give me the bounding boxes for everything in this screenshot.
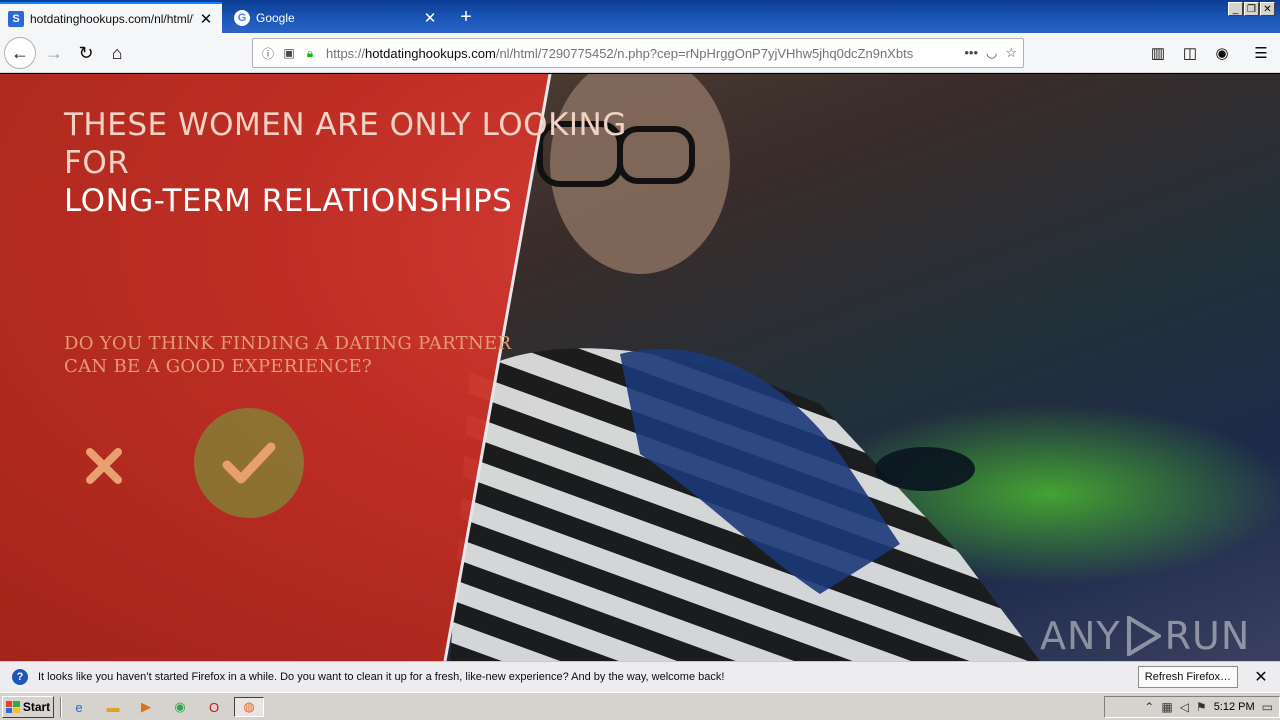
sidebar-icon[interactable]: ◫ xyxy=(1174,37,1206,69)
taskbar-separator xyxy=(60,697,62,717)
headline: THESE WOMEN ARE ONLY LOOKING FOR LONG-TE… xyxy=(64,106,664,220)
question-icon: ? xyxy=(12,669,28,685)
action-center-flag-icon[interactable]: ⚑ xyxy=(1196,700,1207,714)
ie-icon[interactable]: e xyxy=(68,697,90,717)
info-icon[interactable]: ⓘ xyxy=(259,44,277,62)
headline-line-1: THESE WOMEN ARE ONLY LOOKING xyxy=(64,107,627,143)
start-button[interactable]: Start xyxy=(2,696,54,718)
taskbar: Start e ▬ ▶ ◉ O ◍ ⌃ ▦ ◁ ⚑ 5:12 PM ▭ xyxy=(0,692,1280,720)
reload-button[interactable]: ↻ xyxy=(70,37,102,69)
windows-logo-icon xyxy=(5,701,20,713)
question: DO YOU THINK FINDING A DATING PARTNER CA… xyxy=(64,332,524,378)
menu-icon[interactable]: ☰ xyxy=(1245,37,1277,69)
close-tab-icon[interactable]: ✕ xyxy=(198,11,214,28)
home-button[interactable]: ⌂ xyxy=(101,37,133,69)
system-tray: ⌃ ▦ ◁ ⚑ 5:12 PM ▭ xyxy=(1104,696,1280,718)
firefox-taskbar-button[interactable]: ◍ xyxy=(234,697,264,717)
yes-button[interactable] xyxy=(194,408,304,518)
permissions-icon[interactable]: ▣ xyxy=(280,44,298,62)
notification-message: It looks like you haven’t started Firefo… xyxy=(38,671,725,683)
back-button[interactable]: ← xyxy=(4,37,36,69)
tab-title: hotdatinghookups.com/nl/html/72 xyxy=(30,11,194,26)
tab-google[interactable]: G Google ✕ xyxy=(226,2,446,33)
volume-icon[interactable]: ◁ xyxy=(1180,700,1189,714)
page-actions-icon[interactable]: ••• xyxy=(964,45,978,61)
play-icon xyxy=(1126,616,1161,656)
network-icon[interactable]: ▦ xyxy=(1161,700,1172,714)
close-tab-icon[interactable]: ✕ xyxy=(422,10,438,27)
close-icon xyxy=(86,448,122,484)
bookmark-star-icon[interactable]: ☆ xyxy=(1005,45,1017,61)
library-icon[interactable]: ▥ xyxy=(1142,37,1174,69)
pocket-icon[interactable]: ◡ xyxy=(986,45,997,61)
media-player-icon[interactable]: ▶ xyxy=(135,697,157,717)
forward-button[interactable]: → xyxy=(38,37,70,69)
question-line-1: DO YOU THINK FINDING A DATING PARTNER xyxy=(64,333,512,354)
question-line-2: CAN BE A GOOD EXPERIENCE? xyxy=(64,356,372,377)
clock[interactable]: 5:12 PM xyxy=(1214,701,1255,713)
anyrun-watermark: ANY RUN xyxy=(1040,614,1251,658)
site-icon: S xyxy=(8,10,24,27)
tab-strip: S hotdatinghookups.com/nl/html/72 ✕ G Go… xyxy=(0,0,1280,33)
refresh-firefox-button[interactable]: Refresh Firefox… xyxy=(1137,666,1238,688)
headline-line-2: FOR xyxy=(64,145,130,181)
url-bar[interactable]: ⓘ ▣ 🔒︎ https://hotdatinghookups.com/nl/h… xyxy=(252,38,1024,68)
checkmark-icon xyxy=(222,442,276,484)
nav-bar: ← → ↻ ⌂ ⓘ ▣ 🔒︎ https://hotdatinghookups.… xyxy=(0,33,1280,73)
no-button[interactable] xyxy=(76,438,132,494)
close-notification-icon[interactable]: ✕ xyxy=(1250,667,1272,687)
tab-title: Google xyxy=(256,10,295,25)
folder-icon[interactable]: ▬ xyxy=(102,697,124,717)
restore-button[interactable]: ❐ xyxy=(1244,2,1259,16)
tab-hotdatinghookups[interactable]: S hotdatinghookups.com/nl/html/72 ✕ xyxy=(0,2,222,33)
new-tab-button[interactable]: + xyxy=(452,4,480,30)
opera-icon[interactable]: O xyxy=(203,697,225,717)
headline-line-3: LONG-TERM RELATIONSHIPS xyxy=(64,183,513,219)
url-text[interactable]: https://hotdatinghookups.com/nl/html/729… xyxy=(326,46,958,61)
notification-bar: ? It looks like you haven’t started Fire… xyxy=(0,661,1280,692)
chrome-icon[interactable]: ◉ xyxy=(169,697,191,717)
google-icon: G xyxy=(234,9,250,26)
tray-expand-icon[interactable]: ⌃ xyxy=(1144,700,1154,714)
account-icon[interactable]: ◉ xyxy=(1206,37,1238,69)
page-content: THESE WOMEN ARE ONLY LOOKING FOR LONG-TE… xyxy=(0,74,1280,661)
lock-icon[interactable]: 🔒︎ xyxy=(301,44,319,62)
screen: S hotdatinghookups.com/nl/html/72 ✕ G Go… xyxy=(0,0,1280,720)
minimize-button[interactable]: _ xyxy=(1228,2,1243,16)
show-desktop-icon[interactable]: ▭ xyxy=(1262,700,1273,714)
close-window-button[interactable]: ✕ xyxy=(1260,2,1275,16)
